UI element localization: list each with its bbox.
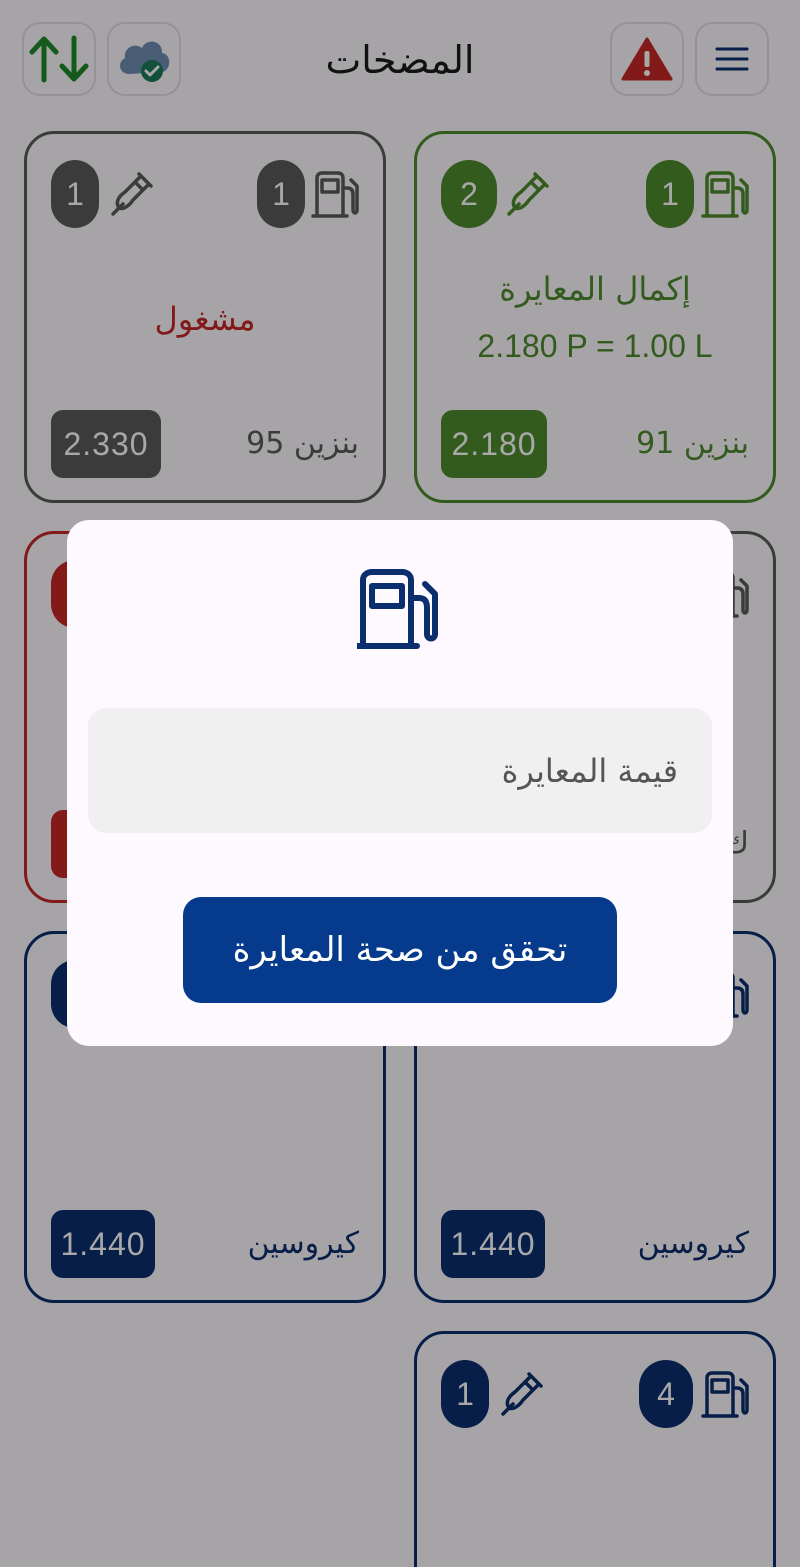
calibration-value-input[interactable] bbox=[88, 708, 712, 833]
fuel-pump-icon bbox=[354, 568, 443, 654]
verify-calibration-button[interactable]: تحقق من صحة المعايرة bbox=[183, 897, 617, 1003]
calibration-dialog: تحقق من صحة المعايرة bbox=[67, 520, 733, 1046]
